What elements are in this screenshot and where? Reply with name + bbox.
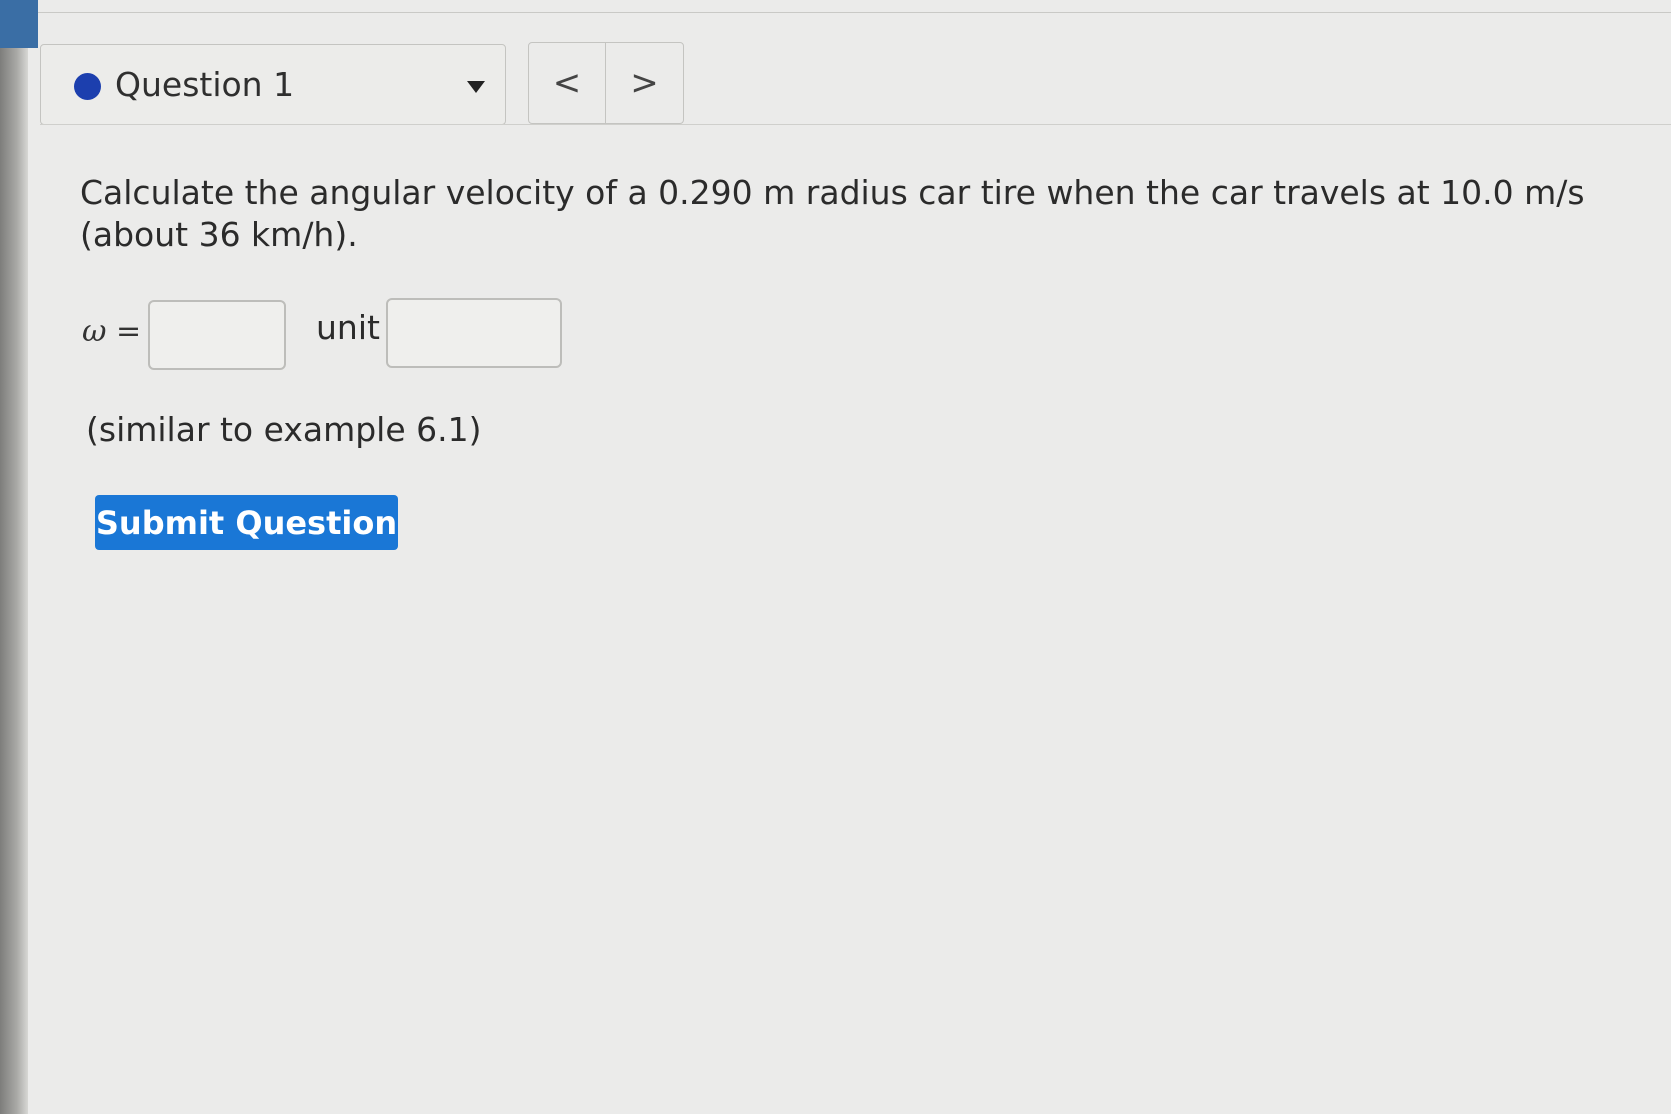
submit-question-button[interactable]: Submit Question <box>95 495 398 550</box>
status-dot-icon <box>74 73 101 100</box>
chevron-right-icon: > <box>630 63 659 103</box>
omega-label: ω = <box>82 314 142 349</box>
question-text: Calculate the angular velocity of a 0.29… <box>80 173 1585 254</box>
caret-down-icon <box>467 81 485 93</box>
chevron-left-icon: < <box>552 63 582 103</box>
top-divider <box>38 12 1671 13</box>
next-question-button[interactable]: > <box>606 43 683 123</box>
unit-answer-input[interactable] <box>386 298 562 368</box>
unit-label: unit <box>316 308 380 347</box>
omega-answer-input[interactable] <box>148 300 286 370</box>
main-panel <box>28 0 1671 1114</box>
question-title: Question 1 <box>115 65 295 104</box>
header-divider <box>40 124 1671 125</box>
corner-tab <box>0 0 38 48</box>
question-selector[interactable]: Question 1 <box>40 44 506 125</box>
example-hint: (similar to example 6.1) <box>86 410 482 449</box>
question-nav-group: < > <box>528 42 684 124</box>
left-edge-strip <box>0 0 28 1114</box>
previous-question-button[interactable]: < <box>529 43 606 123</box>
